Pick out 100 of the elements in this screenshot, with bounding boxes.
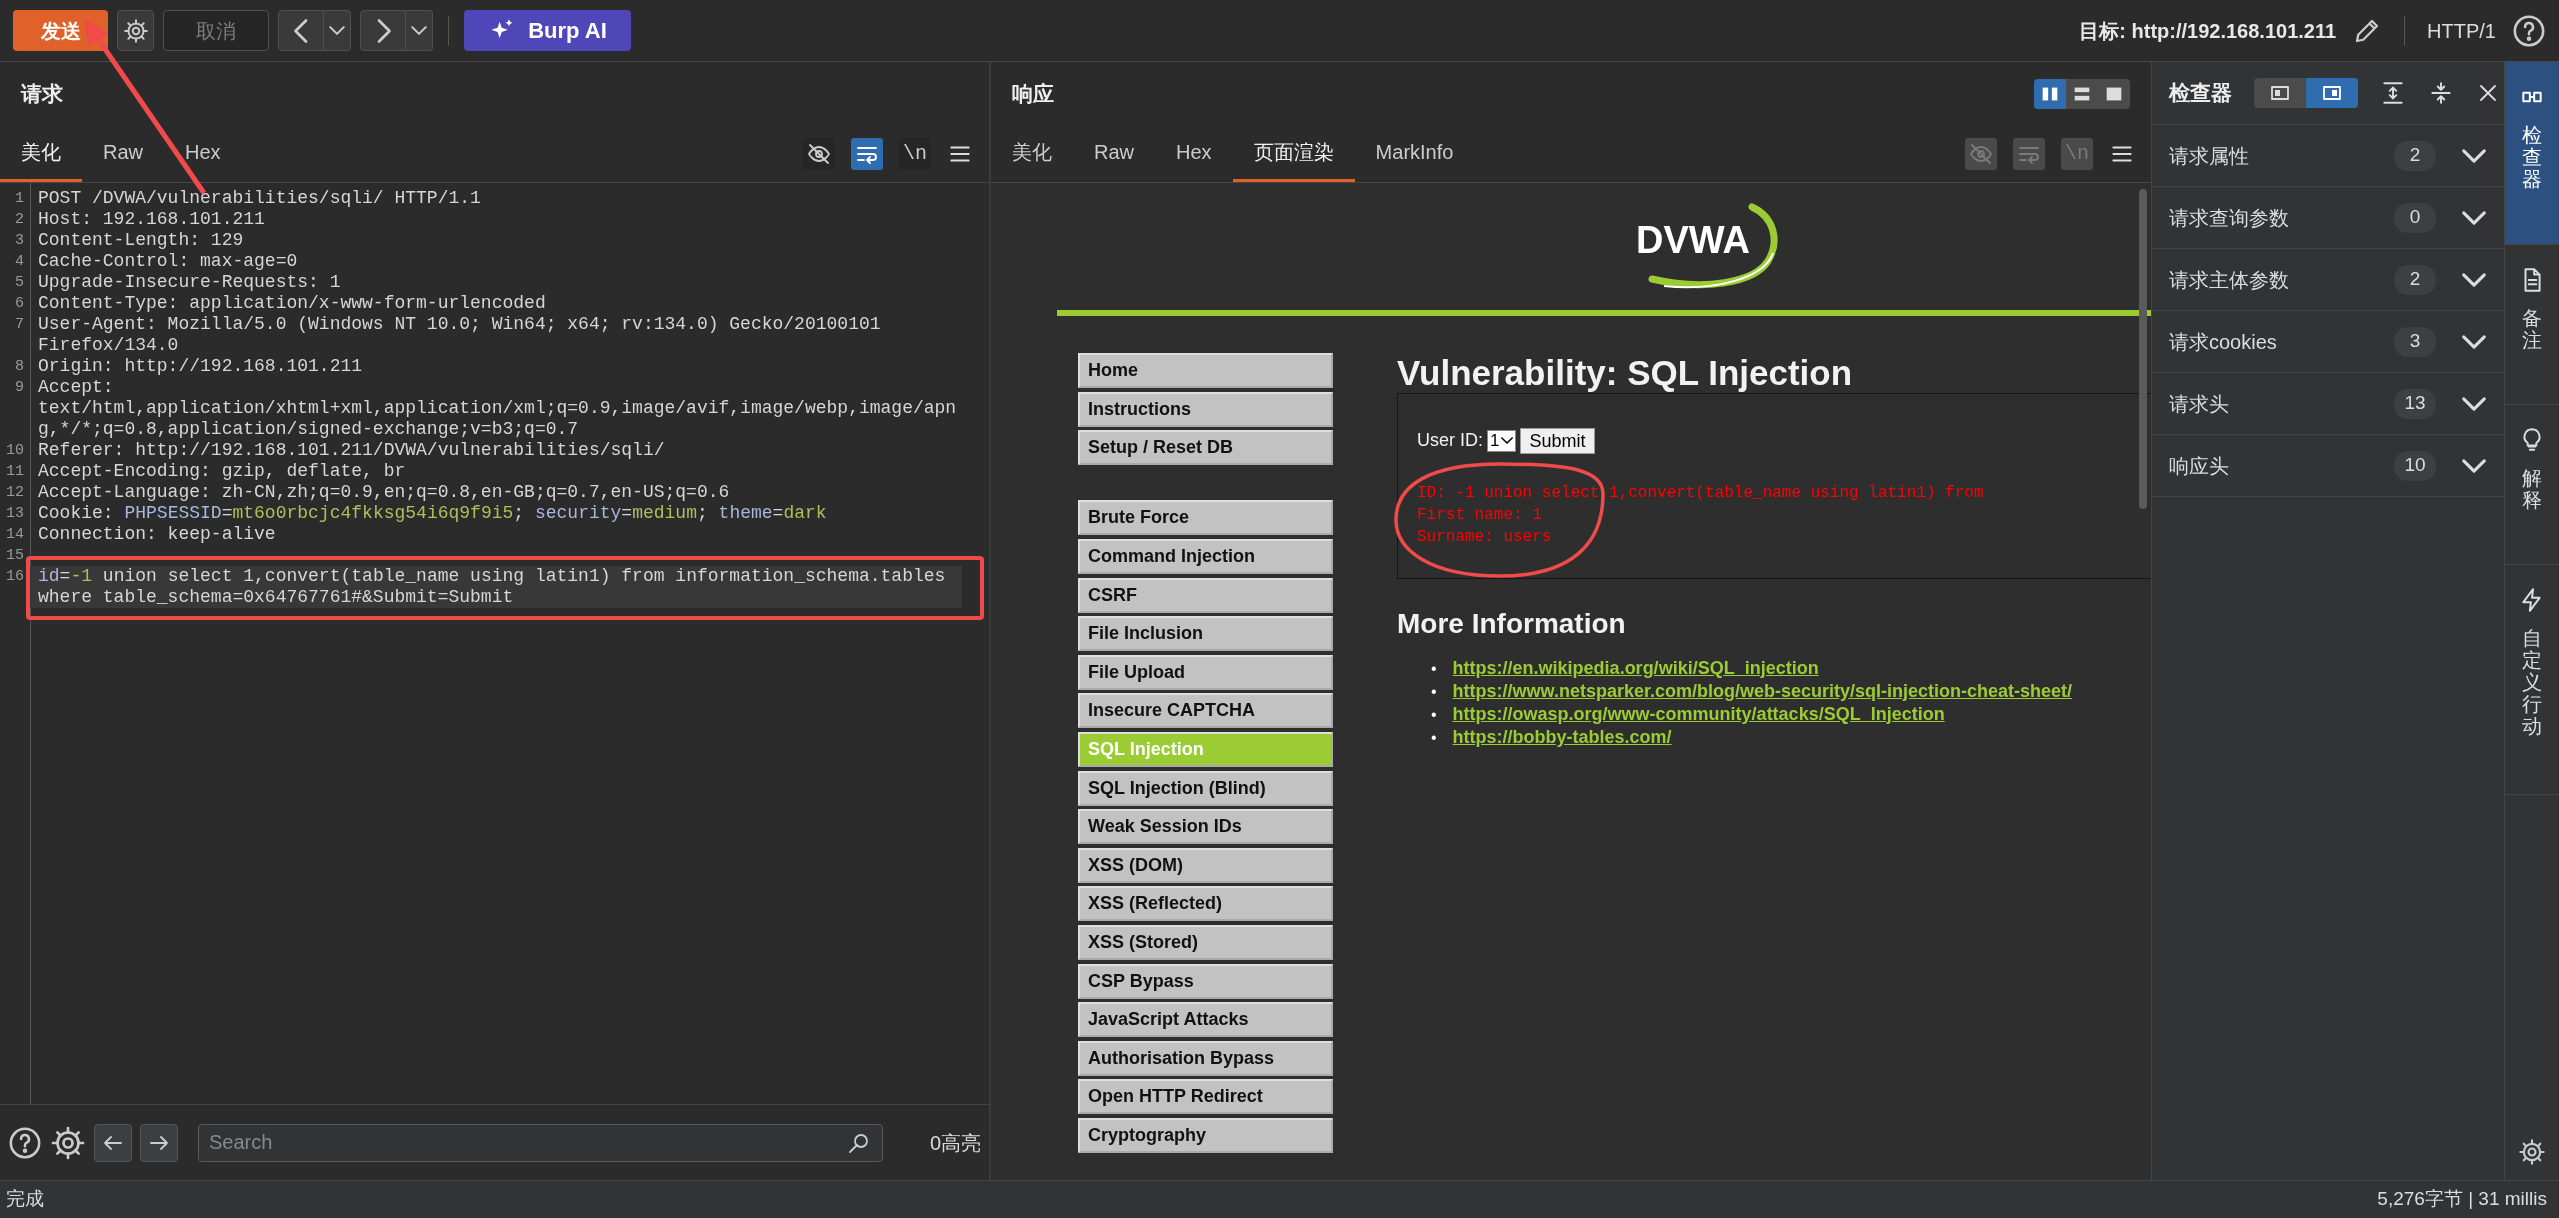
line-number: 2 — [14, 210, 25, 230]
forward-button[interactable] — [140, 1123, 178, 1162]
tab[interactable]: Raw — [82, 125, 164, 182]
inspector-section[interactable]: 请求主体参数 2 — [2152, 249, 2504, 311]
inspector-section[interactable]: 响应头 10 — [2152, 435, 2504, 497]
gear-icon — [122, 17, 149, 44]
side-tab[interactable]: 自定义行动 — [2505, 565, 2559, 795]
dropdown-button[interactable] — [324, 10, 351, 51]
protocol-label[interactable]: HTTP/1 — [2427, 15, 2496, 46]
eye-slash-icon — [1969, 141, 1993, 166]
tab[interactable]: Hex — [164, 125, 242, 182]
menu-item[interactable]: Insecure CAPTCHA — [1078, 693, 1333, 729]
expand-icon[interactable] — [2380, 80, 2406, 106]
code-line: Origin: http://192.168.101.211 — [37, 356, 364, 377]
help-icon[interactable] — [2512, 13, 2546, 48]
link[interactable]: https://en.wikipedia.org/wiki/SQL_injection — [1452, 656, 1819, 680]
menu-item[interactable]: Open HTTP Redirect — [1078, 1079, 1333, 1115]
newline-toggle[interactable]: \n — [899, 137, 931, 170]
back-button[interactable] — [278, 10, 324, 51]
line-number: 7 — [14, 315, 25, 335]
layout-button[interactable] — [2066, 78, 2098, 109]
code-line: Connection: keep-alive — [37, 524, 277, 545]
chevron-down-icon — [411, 26, 427, 35]
chevron-down-icon — [2462, 334, 2486, 349]
send-button[interactable]: 发送 — [13, 10, 108, 51]
response-stats: 5,276字节 | 31 millis — [2377, 1187, 2547, 1212]
side-tab[interactable]: 解释 — [2505, 405, 2559, 565]
menu-item[interactable]: Instructions — [1078, 391, 1333, 427]
hide-toggle[interactable] — [803, 137, 835, 170]
menu-item[interactable]: Home — [1078, 353, 1333, 388]
line-number: 11 — [5, 462, 25, 482]
gear-icon[interactable] — [50, 1124, 86, 1161]
menu-item[interactable]: Authorisation Bypass — [1078, 1040, 1333, 1076]
help-icon[interactable] — [8, 1125, 42, 1160]
menu-item[interactable]: XSS (Reflected) — [1078, 886, 1333, 922]
link[interactable]: https://www.netsparker.com/blog/web-security/sql-injection-cheat-sheet/ — [1452, 679, 2073, 703]
id-select[interactable]: 1 — [1487, 429, 1517, 452]
output-line: ID: -1 union select 1,convert(table_name using latin1) from — [1417, 483, 1985, 504]
line-number: 10 — [5, 441, 25, 461]
tab[interactable]: Raw — [1073, 125, 1155, 182]
code-line: User-Agent: Mozilla/5.0 (Windows NT 10.0; Win64; x64; rv:134.0) Gecko/20100101 Firefox/134.0 — [37, 314, 882, 356]
tab[interactable]: MarkInfo — [1354, 125, 1475, 182]
count-badge: 10 — [2394, 450, 2436, 481]
tab[interactable]: 美化 — [991, 125, 1073, 182]
inspector-section[interactable]: 请求cookies 3 — [2152, 311, 2504, 373]
gear-icon[interactable] — [2518, 1138, 2546, 1166]
side-tab[interactable]: 检查器 — [2505, 62, 2559, 245]
count-badge: 3 — [2394, 326, 2436, 357]
menu-item[interactable]: Brute Force — [1078, 500, 1333, 536]
menu-item[interactable]: Weak Session IDs — [1078, 809, 1333, 845]
chevron-down-icon — [2462, 396, 2486, 411]
code-line: Host: 192.168.101.211 — [37, 209, 266, 230]
output-line: First name: 1 — [1417, 505, 1543, 526]
layout-button[interactable] — [2098, 78, 2130, 109]
page-heading: Vulnerability: SQL Injection — [1397, 353, 1854, 393]
line-number: 9 — [14, 378, 25, 398]
chevron-down-icon — [2462, 210, 2486, 225]
tab[interactable]: Hex — [1155, 125, 1233, 182]
menu-item[interactable]: Command Injection — [1078, 538, 1333, 574]
layout-button[interactable] — [2034, 78, 2066, 109]
menu-item[interactable]: SQL Injection (Blind) — [1078, 770, 1333, 806]
inspector-section[interactable]: 请求查询参数 0 — [2152, 187, 2504, 249]
section-heading: More Information — [1397, 607, 1627, 641]
settings-button[interactable] — [117, 10, 154, 51]
menu-item[interactable]: CSP Bypass — [1078, 963, 1333, 999]
back-button[interactable] — [94, 1123, 132, 1162]
menu-item[interactable]: XSS (Stored) — [1078, 924, 1333, 960]
chevron-down-icon — [2462, 272, 2486, 287]
submit-button[interactable]: Submit — [1520, 427, 1595, 454]
wrap-toggle[interactable] — [851, 137, 883, 170]
line-number: 3 — [14, 231, 25, 251]
status-text: 完成 — [6, 1187, 44, 1212]
menu-item[interactable]: JavaScript Attacks — [1078, 1002, 1333, 1038]
link[interactable]: https://bobby-tables.com/ — [1452, 725, 1672, 749]
side-tab[interactable]: 备注 — [2505, 245, 2559, 405]
line-number: 12 — [5, 483, 25, 503]
logo-text: DVWA — [1636, 219, 1750, 261]
menu-item[interactable]: CSRF — [1078, 577, 1333, 613]
panel-title: 响应 — [1012, 80, 1054, 107]
search-field[interactable]: Search — [198, 1123, 883, 1162]
menu-item[interactable]: File Inclusion — [1078, 616, 1333, 652]
line-number: 8 — [14, 357, 25, 377]
scrollbar[interactable] — [2139, 189, 2147, 509]
layout-button[interactable] — [2254, 78, 2306, 108]
code-line: Referer: http://192.168.101.211/DVWA/vulnerabilities/sqli/ — [37, 440, 666, 461]
dropdown-button[interactable] — [406, 10, 433, 51]
code-line: Accept-Encoding: gzip, deflate, br — [37, 461, 407, 482]
menu-item[interactable]: Setup / Reset DB — [1078, 430, 1333, 466]
forward-button[interactable] — [360, 10, 406, 51]
line-number: 4 — [14, 252, 25, 272]
count-badge: 2 — [2394, 264, 2436, 295]
ai-button[interactable]: Burp AI — [464, 10, 631, 51]
menu-item[interactable]: XSS (DOM) — [1078, 847, 1333, 883]
menu-item[interactable]: File Upload — [1078, 654, 1333, 690]
menu-item[interactable]: Cryptography — [1078, 1117, 1333, 1153]
count-badge: 2 — [2394, 140, 2436, 171]
inspector-section[interactable]: 请求头 13 — [2152, 373, 2504, 435]
link[interactable]: https://owasp.org/www-community/attacks/SQL_Injection — [1452, 702, 1945, 726]
inspector-section[interactable]: 请求属性 2 — [2152, 125, 2504, 187]
bullet: • — [1431, 727, 1437, 748]
